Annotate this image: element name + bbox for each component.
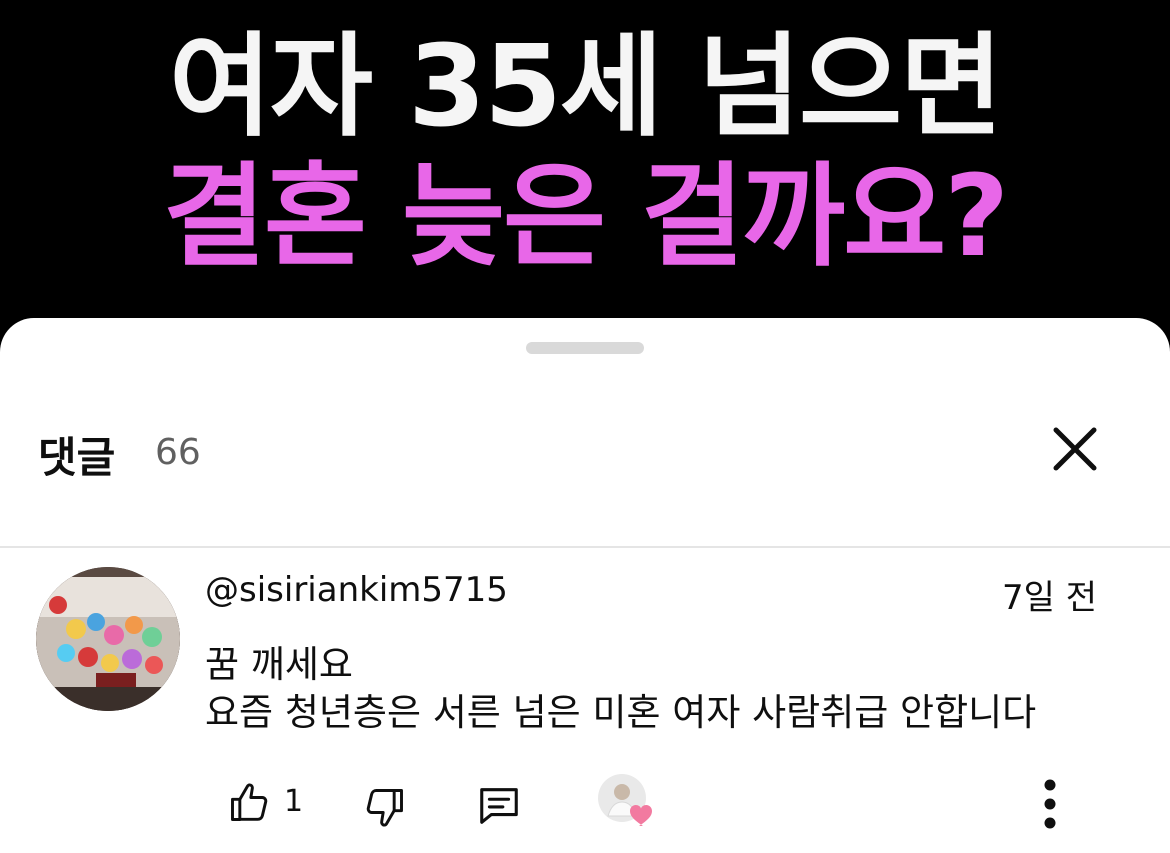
comments-count: 66	[155, 432, 201, 473]
comment-time: 7일 전	[1002, 578, 1097, 618]
header-divider	[0, 546, 1170, 548]
close-button[interactable]	[1044, 418, 1106, 480]
creator-heart-icon	[598, 774, 652, 826]
more-vert-icon	[1044, 779, 1056, 829]
video-thumbnail[interactable]: 여자 35세 넘으면 결혼 늦은 걸까요?	[0, 0, 1170, 330]
thumb-down-icon	[366, 789, 403, 827]
thumb-up-icon	[231, 783, 268, 821]
like-button[interactable]	[222, 776, 276, 830]
comment-username[interactable]: @sisiriankim5715	[205, 570, 508, 610]
banner-title-line2: 결혼 늦은 걸까요?	[162, 152, 1009, 282]
creator-heart	[596, 772, 662, 832]
reply-button[interactable]	[472, 778, 526, 832]
banner-title-line1: 여자 35세 넘으면	[168, 22, 1003, 152]
dislike-button[interactable]	[358, 780, 412, 834]
close-icon	[1053, 427, 1097, 471]
comments-sheet: 댓글 66 @sisiriankim5715 7일 전 꿈 깨세요 요즘 청년층…	[0, 318, 1170, 853]
like-count: 1	[284, 784, 304, 819]
comments-title: 댓글	[38, 433, 116, 482]
avatar[interactable]	[36, 567, 180, 711]
comment-text-line: 꿈 깨세요	[205, 643, 353, 686]
reply-icon	[480, 788, 518, 824]
comment-text-line: 요즘 청년층은 서른 넘은 미혼 여자 사람취급 안합니다	[205, 691, 1037, 734]
drag-handle[interactable]	[526, 342, 644, 354]
more-options-button[interactable]	[1030, 774, 1070, 834]
